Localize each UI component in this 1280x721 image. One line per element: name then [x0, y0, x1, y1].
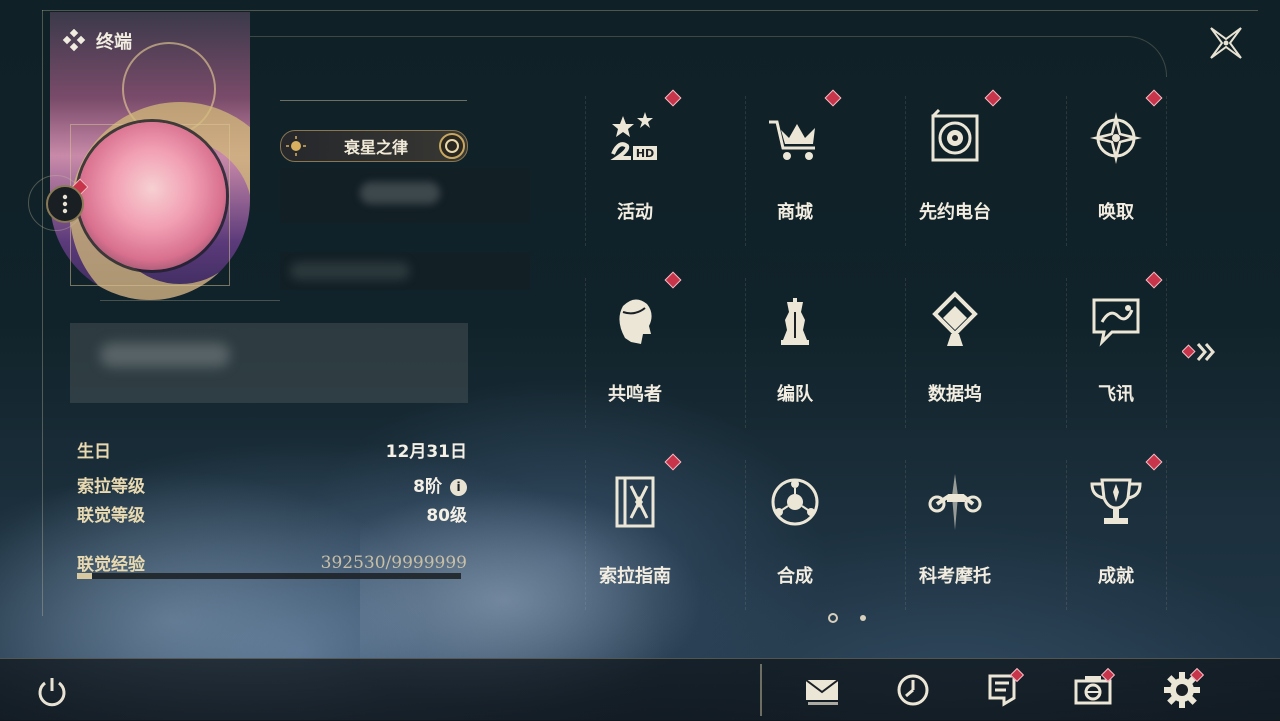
page-dot[interactable] — [860, 615, 866, 621]
frame-inner-border — [250, 36, 1167, 77]
stat-union-level: 联觉等级 80级 — [77, 501, 467, 526]
stat-label: 联觉等级 — [77, 506, 145, 526]
menu-item-trophy[interactable]: 成就 — [1036, 452, 1196, 632]
svg-text:HD: HD — [636, 147, 654, 160]
stat-label: 联觉经验 — [77, 555, 145, 575]
data-dock-icon — [925, 290, 985, 350]
info-icon[interactable]: i — [450, 478, 467, 496]
camera-icon — [1073, 676, 1113, 714]
menu-item-2hd-stars[interactable]: HD 活动 — [555, 88, 715, 268]
menu-item-motorcycle[interactable]: 科考摩托 — [875, 452, 1035, 632]
name-plate-label: 衰星之律 — [343, 138, 408, 157]
synthesis-orb-icon — [765, 472, 825, 532]
stat-birthday: 生日 12月31日 — [77, 437, 467, 462]
notes-button[interactable] — [982, 667, 1025, 710]
menu-item-character-head[interactable]: 共鸣者 — [555, 270, 715, 450]
stat-value: 12月31日 — [385, 442, 467, 462]
menu-item-data-dock[interactable]: 数据坞 — [875, 270, 1035, 450]
menu-item-label: 成就 — [1098, 566, 1134, 587]
blurred-info-2 — [280, 252, 530, 290]
menu-item-label: 商城 — [777, 202, 813, 223]
menu-item-label: 数据坞 — [928, 384, 982, 405]
notification-badge — [664, 271, 682, 289]
menu-item-guide-book[interactable]: 索拉指南 — [555, 452, 715, 632]
notification-badge — [1145, 271, 1163, 289]
double-chevron-right-icon — [1196, 343, 1215, 361]
avatar[interactable] — [78, 122, 226, 270]
frame-top-line — [42, 10, 1258, 11]
stat-value: 8阶 — [413, 477, 442, 497]
mail-icon — [802, 679, 842, 714]
menu-item-label: 共鸣者 — [608, 384, 662, 405]
notification-badge — [824, 89, 842, 107]
menu-item-radio-speaker[interactable]: 先约电台 — [875, 88, 1035, 268]
stat-label: 生日 — [77, 442, 111, 462]
menu-item-synthesis-orb[interactable]: 合成 — [715, 452, 875, 632]
character-head-icon — [605, 290, 665, 350]
notification-badge — [1145, 453, 1163, 471]
header: 终端 — [62, 28, 132, 54]
stat-value-wrap: 8阶 i — [413, 472, 467, 497]
profile-menu-button[interactable] — [46, 185, 84, 223]
ring-emblem-icon — [439, 133, 465, 159]
blurred-signature — [70, 323, 468, 403]
chess-pieces-icon — [765, 290, 825, 350]
notes-icon — [982, 674, 1022, 714]
menu-item-compass-star[interactable]: 唤取 — [1036, 88, 1196, 268]
sun-emblem-icon — [286, 136, 306, 156]
menu-item-label: 唤取 — [1098, 202, 1134, 223]
menu-item-chess-pieces[interactable]: 编队 — [715, 270, 875, 450]
menu-item-crown-cart[interactable]: 商城 — [715, 88, 875, 268]
mail-button[interactable] — [802, 670, 842, 710]
power-button[interactable] — [34, 674, 70, 710]
exp-progress-fill — [77, 573, 93, 579]
guide-book-icon — [605, 472, 665, 532]
notification-badge — [984, 89, 1002, 107]
name-plate[interactable]: 衰星之律 — [280, 130, 468, 162]
camera-button[interactable] — [1073, 667, 1116, 710]
menu-item-chat-bubble[interactable]: 飞讯 — [1036, 270, 1196, 450]
menu-item-label: 编队 — [777, 384, 813, 405]
close-button[interactable] — [1205, 22, 1247, 64]
close-x-icon — [1210, 27, 1242, 59]
exp-progress-bar — [77, 573, 461, 579]
notification-badge — [664, 453, 682, 471]
page-title: 终端 — [96, 32, 132, 53]
notification-badge — [664, 89, 682, 107]
menu-item-label: 飞讯 — [1098, 384, 1134, 405]
trophy-icon — [1086, 472, 1146, 532]
clock-icon — [893, 674, 933, 714]
chat-bubble-icon — [1086, 290, 1146, 350]
page-indicator — [828, 613, 866, 623]
notification-badge — [1145, 89, 1163, 107]
stat-value: 80级 — [426, 506, 467, 526]
power-icon — [38, 678, 66, 707]
stat-value: 392530/9999999 — [320, 552, 467, 573]
menu-item-label: 科考摩托 — [919, 566, 991, 587]
divider-line — [100, 300, 280, 301]
compass-star-icon — [1086, 108, 1146, 168]
stat-label: 索拉等级 — [77, 477, 145, 497]
bottom-bar-separator — [760, 664, 762, 716]
clock-button[interactable] — [893, 670, 933, 710]
stat-union-exp: 联觉经验 392530/9999999 — [77, 550, 467, 576]
menu-item-label: 合成 — [777, 566, 813, 587]
divider-line — [280, 100, 467, 101]
settings-gear-icon — [1162, 672, 1202, 714]
next-page-button[interactable] — [1181, 340, 1222, 364]
blurred-info-1 — [280, 168, 530, 223]
stat-sola-level: 索拉等级 8阶 i — [77, 472, 467, 497]
more-vertical-icon — [62, 194, 68, 214]
menu-item-label: 先约电台 — [919, 202, 991, 223]
radio-speaker-icon — [925, 108, 985, 168]
menu-item-label: 索拉指南 — [599, 566, 671, 587]
diamond-cluster-icon — [62, 29, 86, 52]
settings-gear-button[interactable] — [1162, 667, 1205, 710]
motorcycle-icon — [925, 472, 985, 532]
crown-cart-icon — [765, 108, 825, 168]
page-dot-active[interactable] — [828, 613, 838, 623]
menu-item-label: 活动 — [617, 202, 653, 223]
frame-left-line — [42, 10, 43, 616]
2hd-stars-icon: HD — [605, 108, 665, 168]
